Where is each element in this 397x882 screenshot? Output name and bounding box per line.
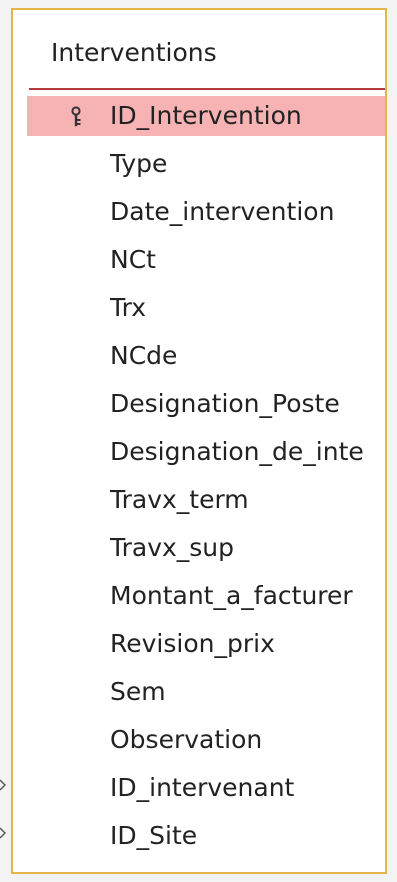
field-label: Observation — [110, 725, 263, 754]
field-row-montant-a-facturer[interactable]: Montant_a_facturer — [13, 572, 385, 620]
field-row-travx-term[interactable]: Travx_term — [13, 476, 385, 524]
field-row-designation-poste[interactable]: Designation_Poste — [13, 380, 385, 428]
field-label: NCt — [110, 245, 156, 274]
relationship-line-end-icon — [0, 827, 6, 839]
field-row-travx-sup[interactable]: Travx_sup — [13, 524, 385, 572]
field-label: Date_intervention — [110, 197, 335, 226]
field-list: ID_Intervention Type Date_intervention N… — [13, 92, 385, 860]
field-label: ID_Intervention — [110, 101, 302, 130]
field-label: Revision_prix — [110, 629, 275, 658]
field-row-nct[interactable]: NCt — [13, 236, 385, 284]
field-label: Travx_sup — [110, 533, 235, 562]
relationship-line-end-icon — [0, 779, 6, 791]
field-row-sem[interactable]: Sem — [13, 668, 385, 716]
table-field-list-window[interactable]: Interventions ID_Intervention Type Date_… — [11, 8, 387, 874]
field-row-observation[interactable]: Observation — [13, 716, 385, 764]
field-row-id-intervenant[interactable]: ID_intervenant — [13, 764, 385, 812]
field-row-trx[interactable]: Trx — [13, 284, 385, 332]
field-label: NCde — [110, 341, 178, 370]
relationship-canvas: Interventions ID_Intervention Type Date_… — [0, 0, 397, 882]
field-label: ID_Site — [110, 821, 198, 850]
field-row-date-intervention[interactable]: Date_intervention — [13, 188, 385, 236]
field-row-designation-de-inte[interactable]: Designation_de_inte — [13, 428, 385, 476]
field-label: Montant_a_facturer — [110, 581, 353, 610]
field-row-id-site[interactable]: ID_Site — [13, 812, 385, 860]
field-label: Type — [110, 149, 168, 178]
table-title[interactable]: Interventions — [51, 38, 217, 67]
title-divider — [29, 88, 385, 90]
primary-key-icon — [71, 106, 81, 127]
field-row-ncde[interactable]: NCde — [13, 332, 385, 380]
field-row-revision-prix[interactable]: Revision_prix — [13, 620, 385, 668]
field-label: ID_intervenant — [110, 773, 295, 802]
field-row-type[interactable]: Type — [13, 140, 385, 188]
field-label: Designation_Poste — [110, 389, 340, 418]
field-label: Trx — [110, 293, 146, 322]
field-label: Designation_de_inte — [110, 437, 364, 466]
field-row-id-intervention[interactable]: ID_Intervention — [13, 92, 385, 140]
field-label: Travx_term — [110, 485, 249, 514]
field-label: Sem — [110, 677, 166, 706]
